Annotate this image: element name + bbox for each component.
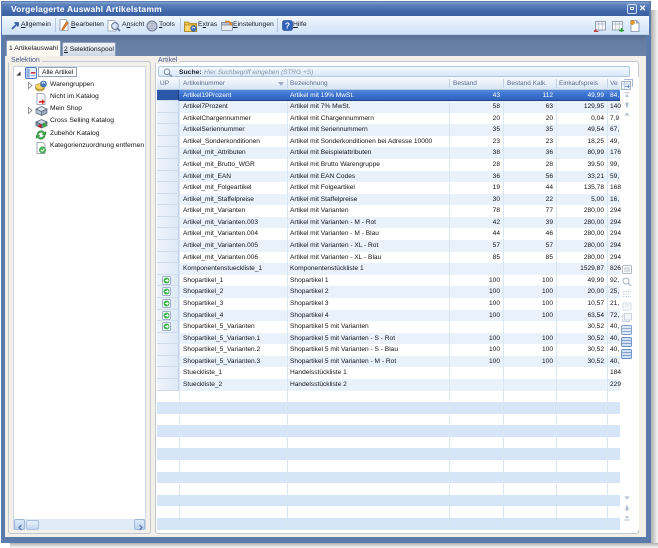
svg-text:?: ?: [285, 20, 290, 30]
